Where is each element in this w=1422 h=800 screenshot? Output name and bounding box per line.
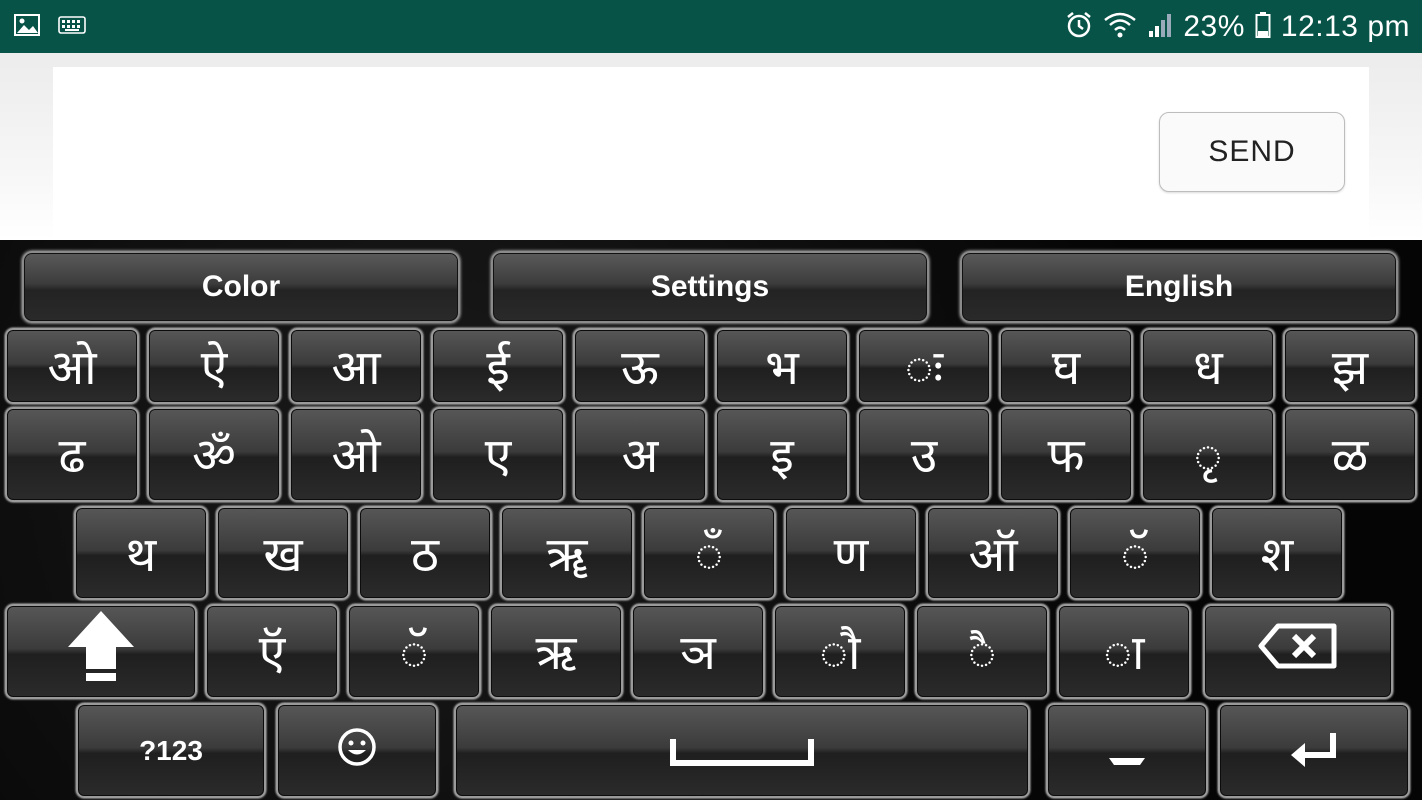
key-candra-sign[interactable]: ॅ [347,604,481,699]
key-candra-e[interactable]: ऍ [205,604,339,699]
key-nya[interactable]: ञ [631,604,765,699]
settings-button[interactable]: Settings [491,251,929,323]
battery-percentage: 23% [1183,9,1245,43]
dash-icon [1107,723,1147,779]
signal-icon [1147,11,1173,43]
key-gha[interactable]: घ [999,328,1133,404]
keyboard-icon [58,15,86,38]
dash-key[interactable] [1046,703,1208,798]
space-bar-icon [669,723,815,779]
key-visarga[interactable]: ः [857,328,991,404]
key-kha[interactable]: ख [216,506,350,600]
key-dha[interactable]: ध [1141,328,1275,404]
key-e[interactable]: ए [431,407,565,502]
key-tha[interactable]: थ [74,506,208,600]
backspace-icon [1258,623,1338,681]
enter-key[interactable] [1218,703,1410,798]
key-ttha[interactable]: ठ [358,506,492,600]
key-ii[interactable]: ई [431,328,565,404]
shift-arrow-icon [66,609,136,695]
emoji-key[interactable] [276,703,438,798]
key-om[interactable]: ॐ [147,407,281,502]
status-bar: 23% 12:13 pm [0,0,1422,53]
backspace-key[interactable] [1203,604,1393,699]
key-i[interactable]: इ [715,407,849,502]
key-uu[interactable]: ऊ [573,328,707,404]
keyboard: Color Settings English ओ ऐ आ ई ऊ भ ः घ ध… [0,240,1422,800]
key-u[interactable]: उ [857,407,991,502]
key-vocalic-r[interactable]: ऋ [489,604,623,699]
key-bha[interactable]: भ [715,328,849,404]
wifi-icon [1103,11,1137,43]
language-button[interactable]: English [960,251,1398,323]
key-o-2[interactable]: ओ [289,407,423,502]
gallery-icon [14,13,40,40]
key-lla[interactable]: ळ [1283,407,1417,502]
key-au-sign[interactable]: ौ [773,604,907,699]
shift-key[interactable] [5,604,197,699]
key-aa-sign[interactable]: ा [1057,604,1191,699]
enter-icon [1289,723,1339,779]
key-aa[interactable]: आ [289,328,423,404]
clock: 12:13 pm [1280,9,1410,43]
key-vocalic-rr[interactable]: ॠ [500,506,634,600]
alarm-icon [1065,11,1093,43]
key-sha[interactable]: श [1210,506,1344,600]
numbers-key[interactable]: ?123 [76,703,266,798]
key-pha[interactable]: फ [999,407,1133,502]
key-vocalic-r-sign[interactable]: ृ [1141,407,1275,502]
color-button[interactable]: Color [22,251,460,323]
send-button[interactable]: SEND [1159,112,1345,192]
battery-icon [1255,11,1271,43]
key-ddha[interactable]: ढ [5,407,139,502]
compose-area: SEND [0,53,1422,240]
key-ai[interactable]: ऐ [147,328,281,404]
key-a[interactable]: अ [573,407,707,502]
space-key[interactable] [454,703,1030,798]
smiley-icon [337,723,377,779]
key-nna[interactable]: ण [784,506,918,600]
key-ai-sign[interactable]: ै [915,604,1049,699]
key-candra-o[interactable]: ऑ [926,506,1060,600]
key-o[interactable]: ओ [5,328,139,404]
key-candrabindu[interactable]: ँ [642,506,776,600]
key-candra-e-sign[interactable]: ॅ [1068,506,1202,600]
key-jha[interactable]: झ [1283,328,1417,404]
